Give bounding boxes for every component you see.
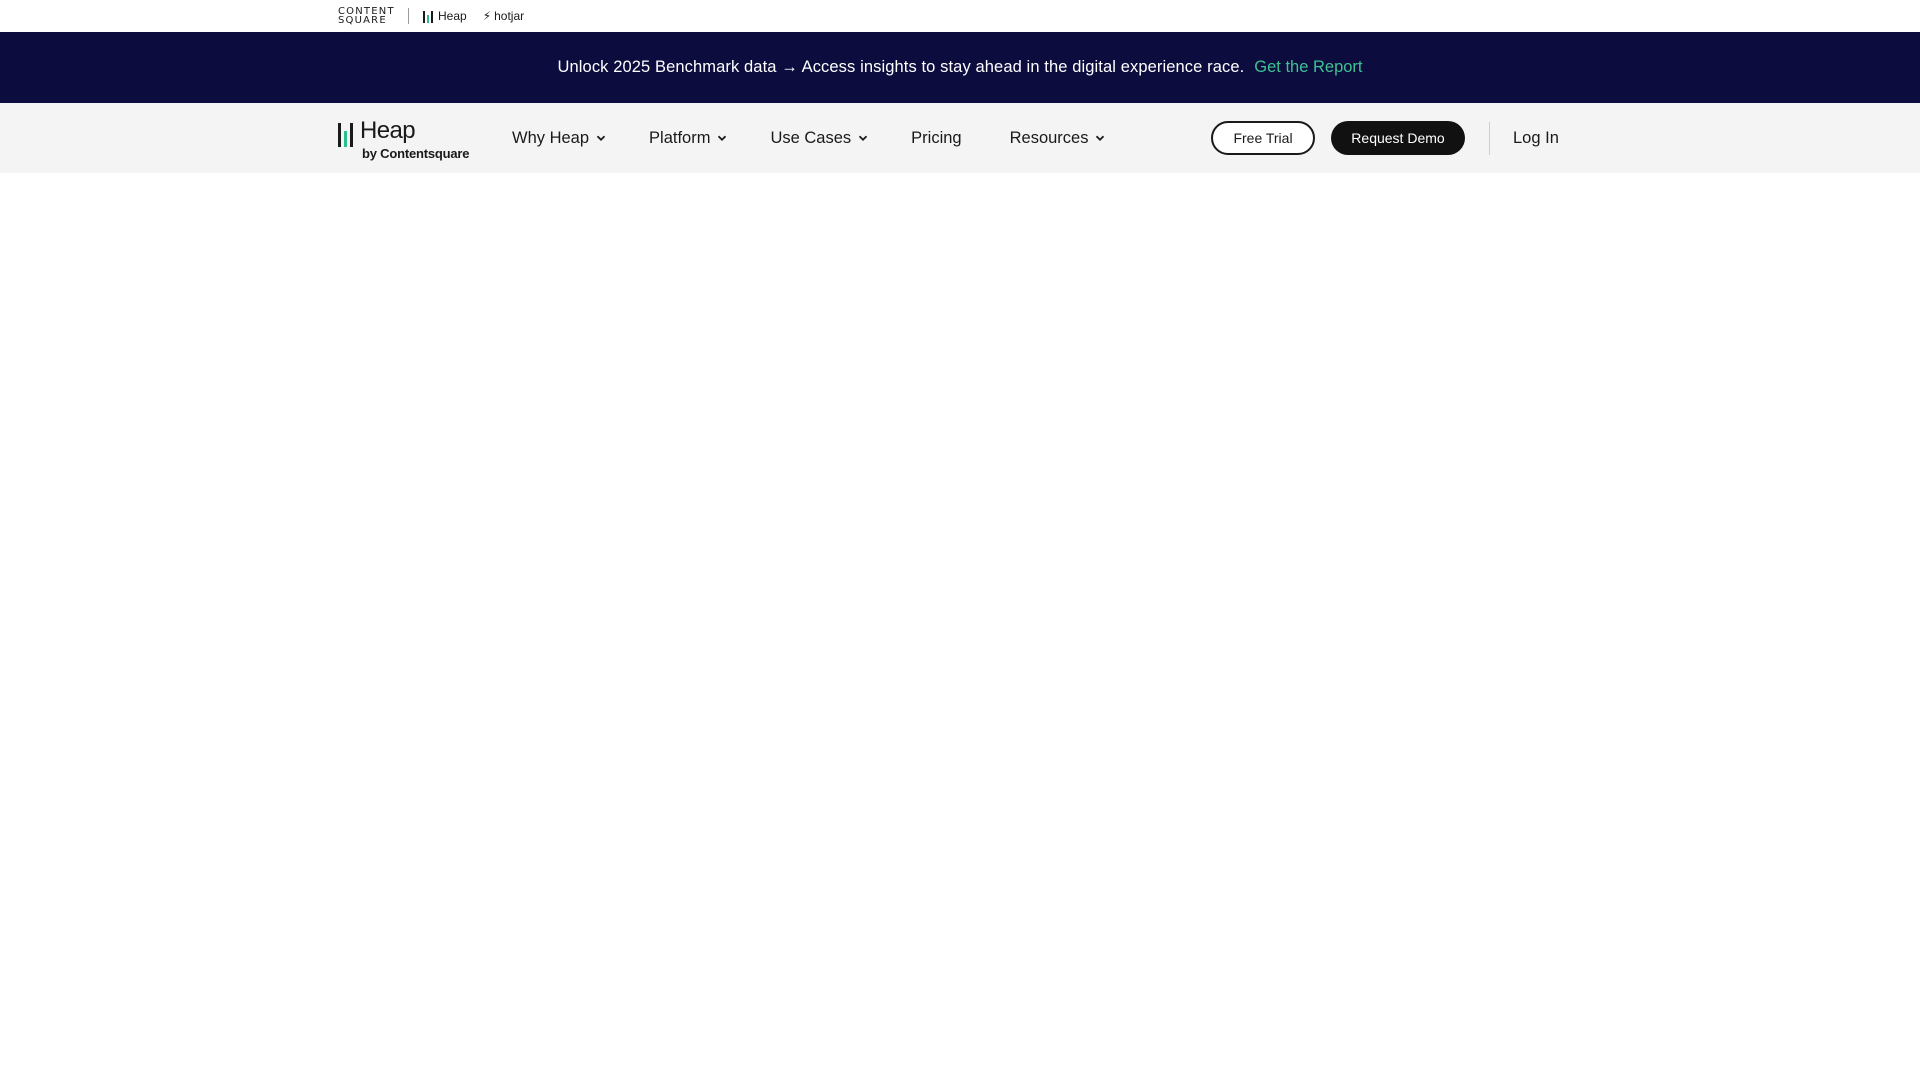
main-content xyxy=(0,173,1920,1080)
nav-item-platform[interactable]: Platform xyxy=(649,129,728,148)
heap-logo-mark-icon xyxy=(338,119,356,147)
free-trial-button[interactable]: Free Trial xyxy=(1211,121,1315,155)
nav-item-resources[interactable]: Resources xyxy=(1010,129,1107,148)
main-nav: Heap by Contentsquare Why Heap Platform … xyxy=(0,103,1920,173)
logo-word: Heap xyxy=(360,117,416,144)
chevron-down-icon xyxy=(1096,135,1105,141)
request-demo-button[interactable]: Request Demo xyxy=(1331,121,1465,155)
login-link[interactable]: Log In xyxy=(1513,103,1559,173)
heap-mark-icon xyxy=(423,9,435,23)
heap-logo[interactable]: Heap by Contentsquare xyxy=(338,116,478,162)
brand-strip-divider xyxy=(408,8,409,24)
nav-item-why-heap[interactable]: Why Heap xyxy=(512,129,607,148)
chevron-down-icon xyxy=(718,135,727,141)
hotjar-brand-link[interactable]: ⚡︎ hotjar xyxy=(483,9,524,23)
chevron-down-icon xyxy=(596,135,606,141)
heap-brand-label: Heap xyxy=(438,9,467,23)
nav-item-use-cases[interactable]: Use Cases xyxy=(770,129,869,148)
heap-brand-link[interactable]: Heap xyxy=(423,9,467,23)
contentsquare-logo[interactable]: CONTENT SQUARE xyxy=(338,7,394,26)
chevron-down-icon xyxy=(859,135,868,141)
hotjar-brand-label: hotjar xyxy=(494,9,525,23)
announcement-bar: Unlock 2025 Benchmark data → Access insi… xyxy=(0,32,1920,103)
nav-menu: Why Heap Platform Use Cases Pricing Reso… xyxy=(512,103,1148,173)
get-report-link[interactable]: Get the Report xyxy=(1254,58,1362,77)
announcement-text: Unlock 2025 Benchmark data → Access insi… xyxy=(557,58,1245,76)
brand-strip: CONTENT SQUARE Heap ⚡︎ hotjar xyxy=(0,0,1920,32)
nav-divider xyxy=(1489,122,1490,155)
logo-subtitle: by Contentsquare xyxy=(362,146,470,161)
hotjar-mark-icon: ⚡︎ xyxy=(482,9,492,23)
nav-item-pricing[interactable]: Pricing xyxy=(911,129,961,148)
